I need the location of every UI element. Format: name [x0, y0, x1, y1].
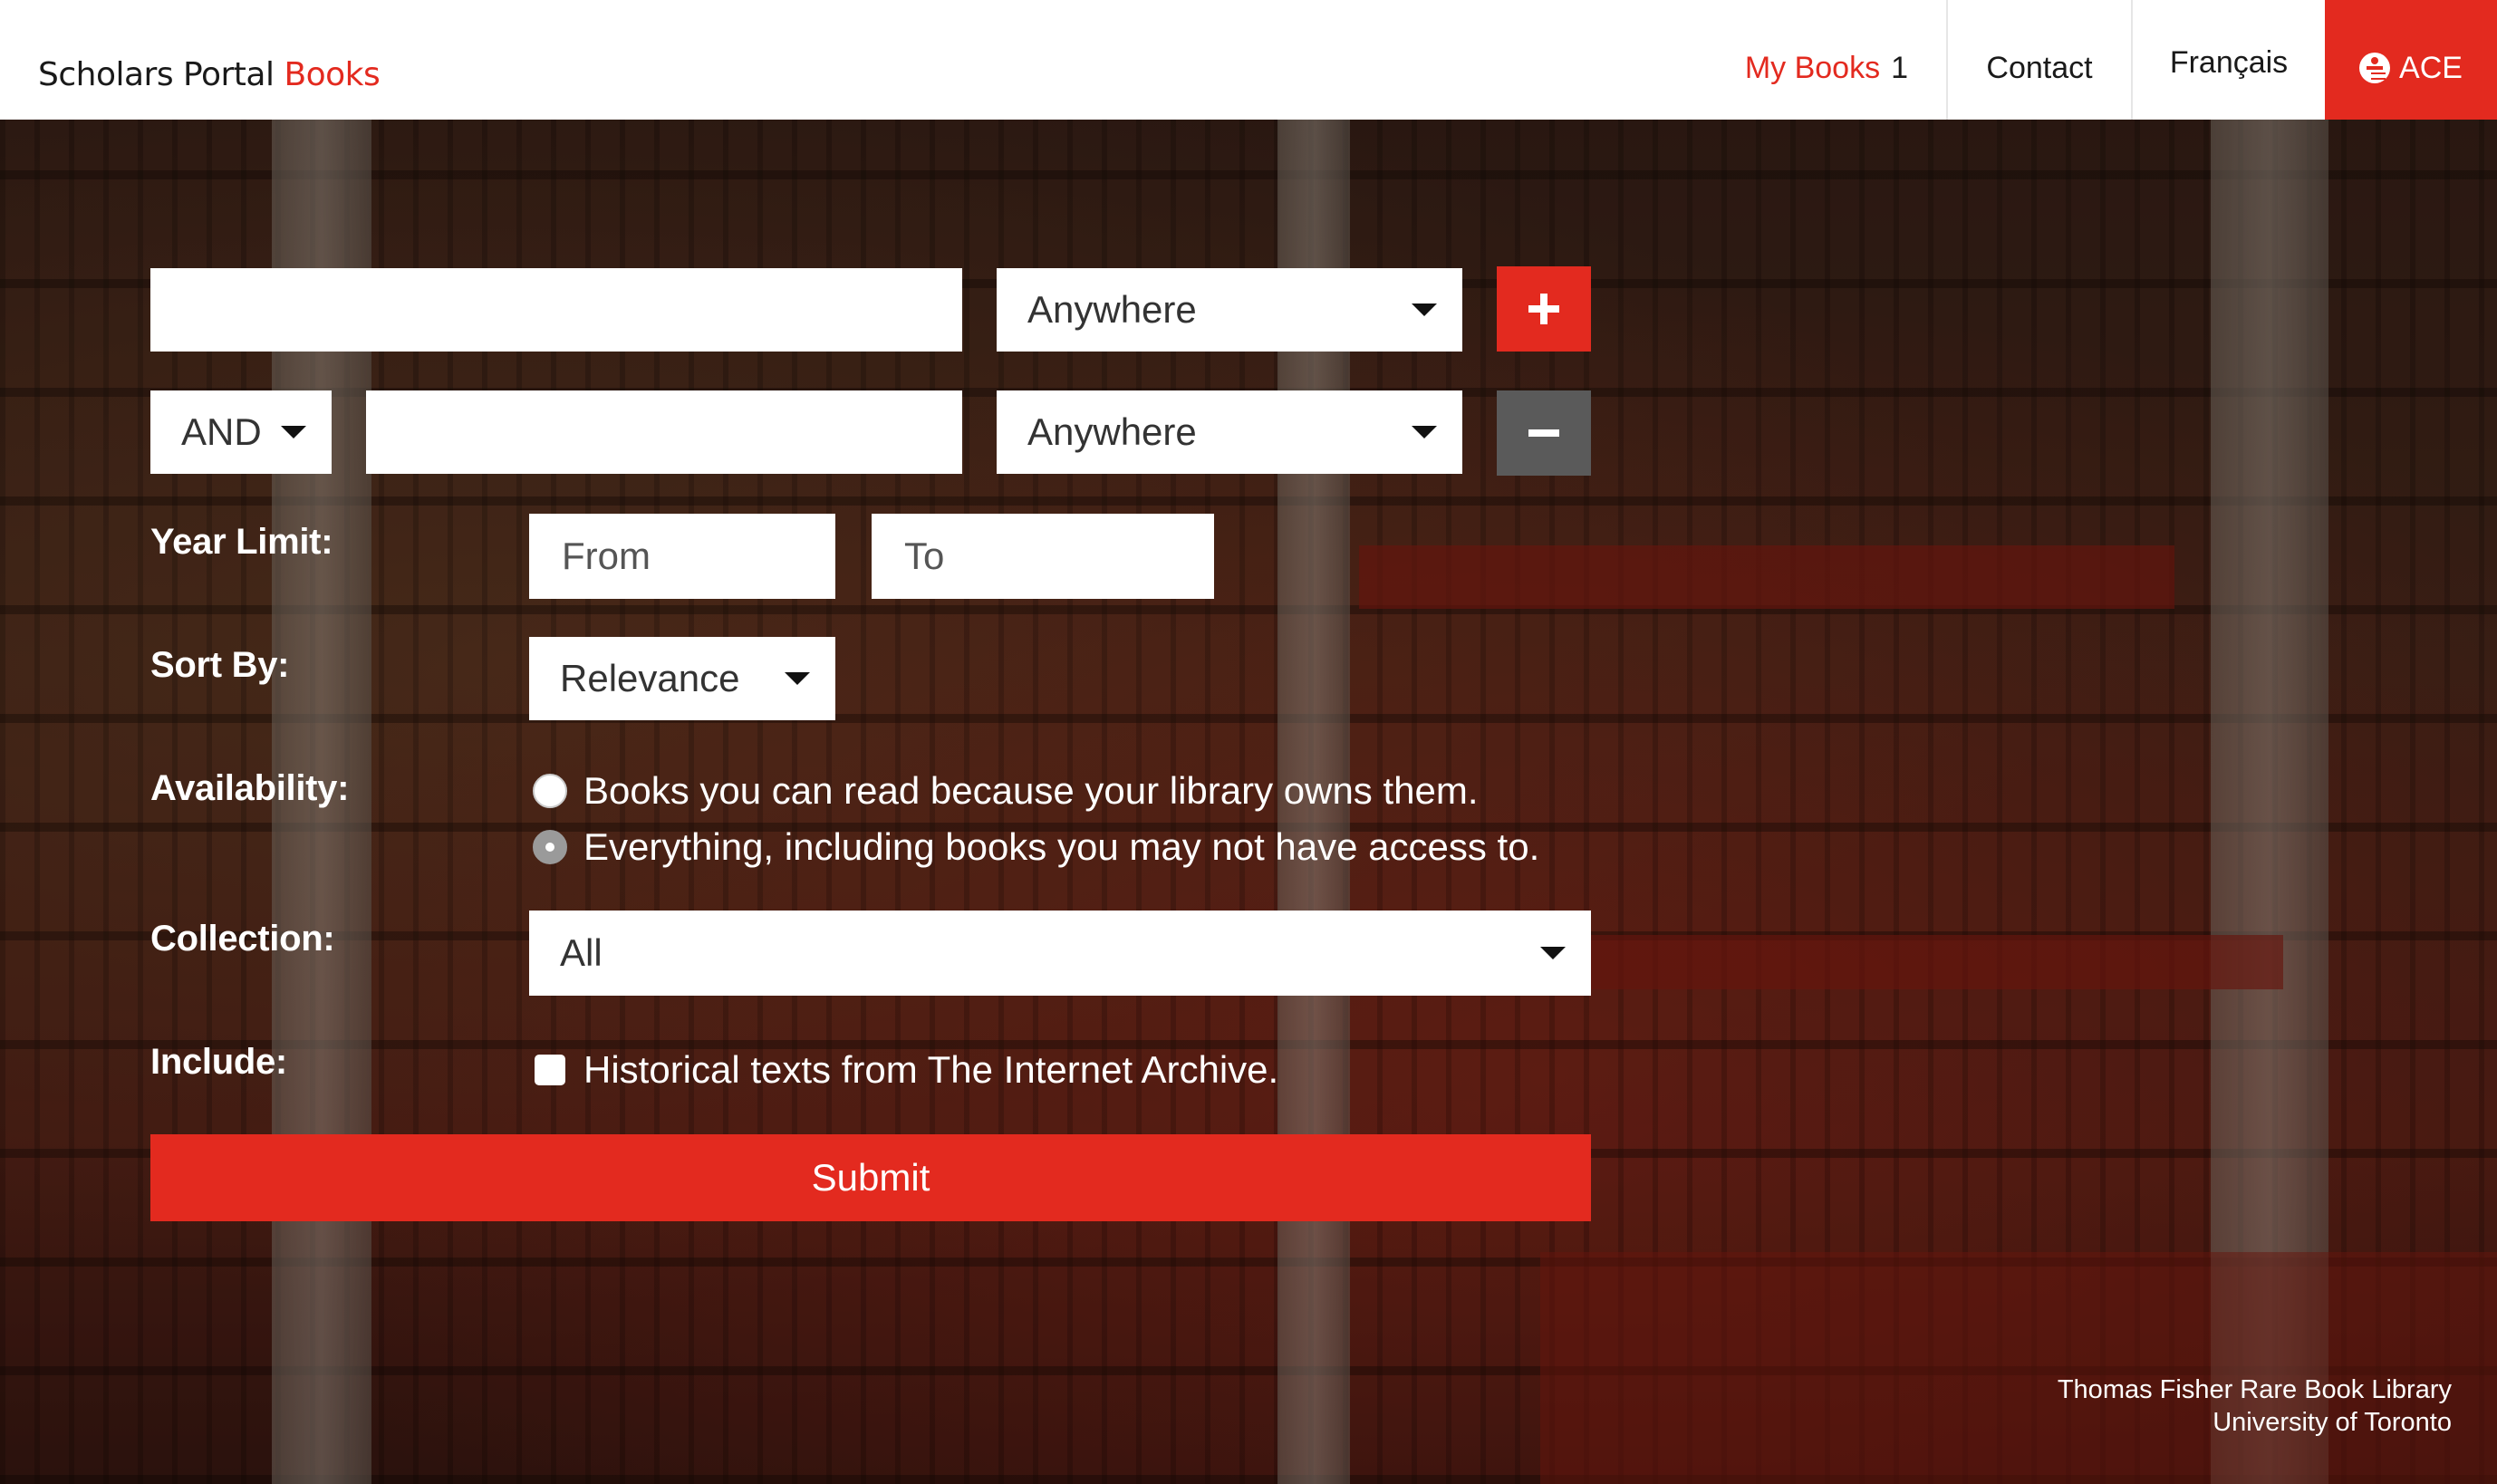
availability-everything-radio[interactable] — [533, 830, 567, 864]
photo-credit: Thomas Fisher Rare Book Library Universi… — [2058, 1373, 2452, 1439]
photo-credit-line-2: University of Toronto — [2213, 1408, 2452, 1437]
availability-owned-label: Books you can read because your library … — [583, 769, 1479, 812]
minus-icon — [1528, 418, 1559, 448]
search-query-input-2[interactable] — [366, 390, 962, 474]
year-to-input[interactable] — [902, 534, 1214, 579]
accessibility-label: ACE — [2399, 50, 2463, 85]
nav-my-books[interactable]: My Books 1 — [1683, 0, 1946, 120]
caret-down-icon — [1540, 947, 1566, 959]
remove-search-row-button[interactable] — [1497, 390, 1591, 476]
site-logo[interactable]: Scholars Portal Books — [38, 56, 381, 93]
collection-value: All — [560, 931, 603, 974]
year-to-field[interactable] — [872, 514, 1214, 599]
sort-by-label: Sort By: — [150, 645, 290, 685]
search-field-select-2[interactable]: Anywhere — [997, 390, 1462, 474]
site-header: Scholars Portal Books My Books 1 Contact… — [0, 0, 2497, 120]
year-from-field[interactable] — [529, 514, 835, 599]
photo-credit-line-1: Thomas Fisher Rare Book Library — [2057, 1375, 2452, 1404]
include-internet-archive-checkbox[interactable] — [535, 1055, 565, 1085]
availability-owned-radio[interactable] — [533, 774, 567, 808]
availability-everything-label: Everything, including books you may not … — [583, 825, 1540, 868]
nav-language-toggle[interactable]: Français — [2131, 0, 2325, 120]
caret-down-icon — [1412, 426, 1437, 438]
language-label: Français — [2169, 44, 2289, 80]
search-query-text-2[interactable] — [397, 410, 962, 455]
availability-option-owned[interactable]: Books you can read because your library … — [533, 769, 1479, 813]
sort-by-select[interactable]: Relevance — [529, 637, 835, 720]
search-query-text-1[interactable] — [181, 287, 962, 332]
search-field-select-2-value: Anywhere — [1027, 410, 1197, 453]
year-from-input[interactable] — [560, 534, 835, 579]
search-field-select-1-value: Anywhere — [1027, 288, 1197, 331]
sort-by-value: Relevance — [560, 657, 740, 699]
submit-label: Submit — [811, 1156, 930, 1199]
include-label: Include: — [150, 1042, 287, 1082]
collection-label: Collection: — [150, 919, 335, 959]
nav-contact[interactable]: Contact — [1946, 0, 2131, 120]
add-search-row-button[interactable] — [1497, 266, 1591, 352]
year-limit-label: Year Limit: — [150, 522, 333, 562]
search-field-select-1[interactable]: Anywhere — [997, 268, 1462, 352]
caret-down-icon — [785, 672, 810, 685]
boolean-operator-select[interactable]: AND — [150, 390, 332, 474]
include-internet-archive-option[interactable]: Historical texts from The Internet Archi… — [533, 1048, 1278, 1092]
contact-label: Contact — [1986, 50, 2093, 85]
brand-main: Scholars Portal — [38, 56, 275, 93]
nav-accessibility[interactable]: ACE — [2325, 0, 2497, 120]
top-nav: My Books 1 Contact Français ACE — [1683, 0, 2497, 120]
search-query-input-1[interactable] — [150, 268, 962, 352]
plus-icon — [1528, 294, 1559, 324]
submit-button[interactable]: Submit — [150, 1134, 1591, 1221]
my-books-count: 1 — [1891, 50, 1908, 85]
caret-down-icon — [1412, 304, 1437, 316]
caret-down-icon — [281, 426, 306, 438]
accessibility-icon — [2359, 53, 2391, 83]
boolean-operator-value: AND — [181, 410, 262, 453]
brand-accent: Books — [284, 56, 381, 93]
availability-label: Availability: — [150, 768, 350, 808]
my-books-label: My Books — [1744, 50, 1881, 85]
include-internet-archive-label: Historical texts from The Internet Archi… — [583, 1048, 1279, 1091]
availability-option-everything[interactable]: Everything, including books you may not … — [533, 825, 1539, 869]
collection-select[interactable]: All — [529, 911, 1591, 996]
